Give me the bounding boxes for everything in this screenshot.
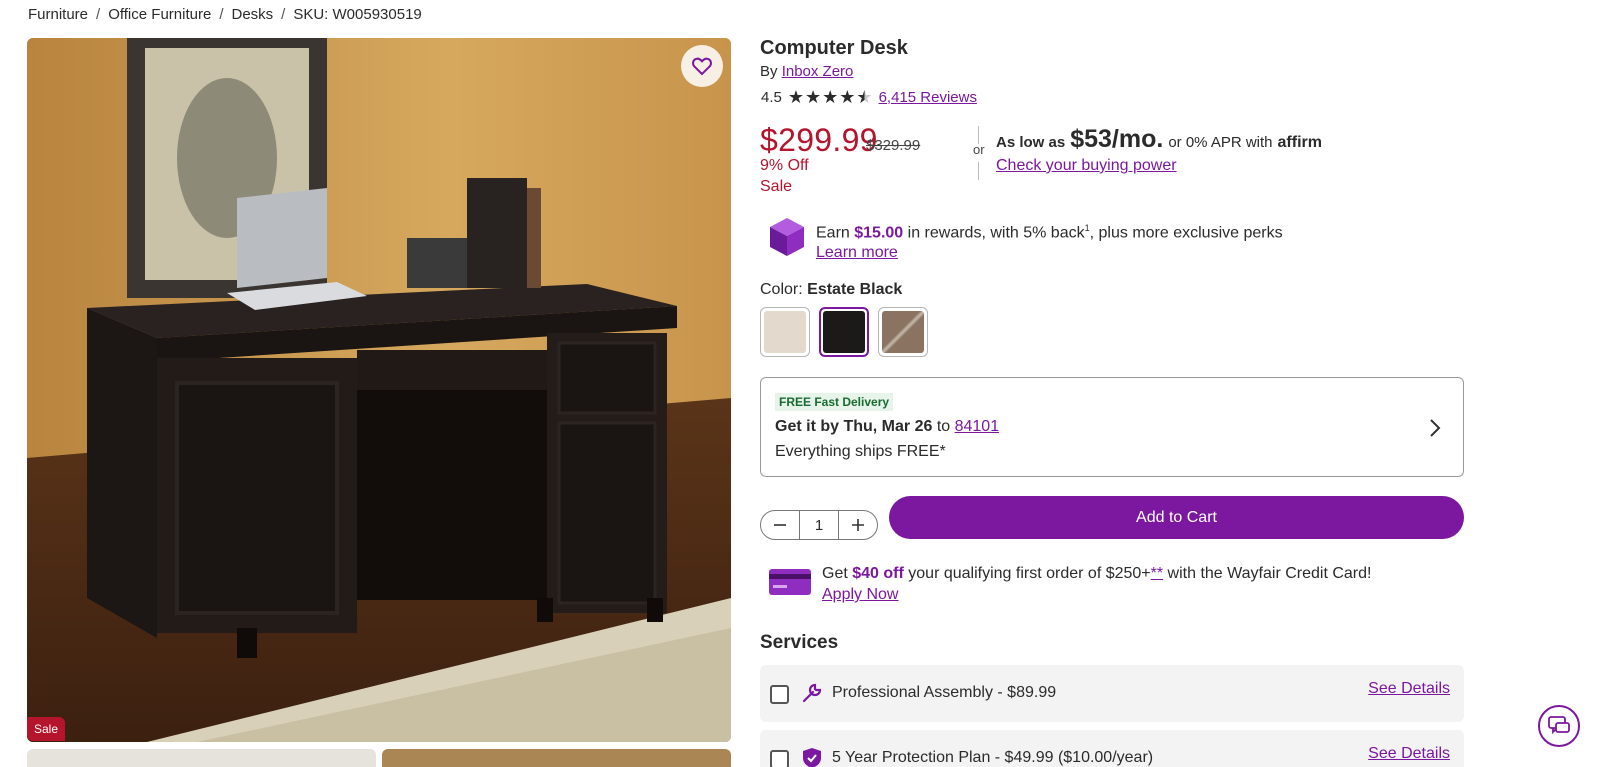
minus-icon: [774, 524, 787, 526]
check-buying-power-link[interactable]: Check your buying power: [996, 157, 1177, 175]
color-swatch-estate-black[interactable]: [819, 307, 869, 357]
services-title: Services: [760, 632, 839, 653]
reviews-link[interactable]: 6,415 Reviews: [879, 89, 977, 106]
rewards-cube-icon: [770, 218, 804, 256]
affirm-offer: As low as $53/mo. or 0% APR with affirm: [996, 125, 1322, 154]
protection-plan-checkbox[interactable]: [770, 750, 789, 767]
original-price: $329.99: [866, 137, 921, 154]
credit-get: Get: [822, 565, 848, 582]
star-icon: ★: [839, 87, 856, 107]
credit-card-offer: Get $40 off your qualifying first order …: [768, 563, 1371, 605]
affirm-mid-text: or 0% APR with: [1168, 134, 1273, 151]
assembly-checkbox[interactable]: [770, 685, 789, 704]
see-details-link[interactable]: See Details: [1368, 745, 1450, 763]
wrench-icon: [802, 683, 822, 703]
byline: By Inbox Zero: [760, 63, 853, 80]
rewards-banner: Earn $15.00 in rewards, with 5% back1, p…: [768, 216, 1283, 263]
brand-link[interactable]: Inbox Zero: [782, 63, 854, 80]
rewards-earn: Earn: [816, 224, 850, 242]
color-swatches: [760, 307, 928, 357]
thumbnail-1[interactable]: [27, 749, 376, 767]
favorite-button[interactable]: [681, 45, 723, 87]
product-main-image[interactable]: [27, 38, 731, 742]
rating: 4.5 ★ ★ ★ ★ ★ 6,415 Reviews: [761, 88, 977, 106]
desk-illustration: [27, 38, 731, 742]
or-text: or: [973, 142, 985, 157]
breadcrumb-link-furniture[interactable]: Furniture: [28, 6, 88, 23]
rewards-amount: $15.00: [854, 224, 904, 242]
half-star-icon: ★: [856, 87, 873, 107]
ships-free-text: Everything ships FREE*: [775, 443, 946, 460]
color-label: Color: Estate Black: [760, 281, 902, 299]
delivery-info-card[interactable]: FREE Fast Delivery Get it by Thu, Mar 26…: [760, 377, 1464, 477]
see-details-link[interactable]: See Details: [1368, 680, 1450, 698]
rewards-end: , plus more exclusive perks: [1089, 224, 1283, 242]
credit-card-icon: [769, 569, 811, 595]
breadcrumb-separator: /: [96, 6, 101, 23]
chevron-right-icon: [1430, 419, 1441, 437]
delivery-to: to: [936, 418, 951, 435]
apply-now-link[interactable]: Apply Now: [822, 586, 898, 603]
color-swatch-brown-oak[interactable]: [878, 307, 928, 357]
decrease-quantity-button[interactable]: [761, 511, 799, 539]
learn-more-link[interactable]: Learn more: [816, 244, 898, 261]
rewards-text: Earn $15.00 in rewards, with 5% back1, p…: [816, 216, 1283, 263]
delivery-date: Get it by Thu, Mar 26 to 84101: [775, 418, 999, 436]
credit-mid: your qualifying first order of $250+: [908, 565, 1151, 582]
breadcrumb-separator: /: [219, 6, 224, 23]
divider-line: [978, 162, 979, 180]
sale-label: Sale: [760, 178, 793, 195]
breadcrumb: Furniture / Office Furniture / Desks / S…: [28, 6, 422, 23]
quantity-stepper: 1: [760, 510, 878, 540]
by-prefix: By: [760, 63, 778, 80]
rewards-mid: in rewards, with 5% back: [907, 224, 1085, 242]
breadcrumb-link-desks[interactable]: Desks: [231, 6, 273, 23]
credit-end: with the Wayfair Credit Card!: [1167, 565, 1372, 582]
product-title: Computer Desk: [760, 37, 908, 59]
credit-offer-text: Get $40 off your qualifying first order …: [822, 563, 1371, 605]
selected-color-name: Estate Black: [807, 281, 903, 298]
or-divider: or: [973, 126, 998, 180]
delivery-date-text: Get it by Thu, Mar 26: [775, 418, 933, 435]
service-label: 5 Year Protection Plan - $49.99 ($10.00/…: [832, 749, 1154, 766]
service-label: Professional Assembly - $89.99: [832, 684, 1057, 701]
service-protection-plan: 5 Year Protection Plan - $49.99 ($10.00/…: [760, 730, 1464, 767]
affirm-monthly-amount: $53/mo.: [1070, 125, 1164, 153]
affirm-logo: affirm: [1277, 134, 1322, 151]
heart-icon: [692, 57, 712, 76]
service-professional-assembly: Professional Assembly - $89.99 See Detai…: [760, 665, 1464, 722]
star-icon: ★: [787, 87, 804, 107]
chat-button[interactable]: [1538, 705, 1580, 747]
breadcrumb-separator: /: [281, 6, 286, 23]
thumbnail-2[interactable]: [382, 749, 731, 767]
star-icon: ★: [822, 87, 839, 107]
sale-price: $299.99: [760, 122, 878, 158]
sale-tag: Sale: [27, 717, 66, 741]
shield-icon: [803, 748, 821, 767]
zip-code-link[interactable]: 84101: [955, 418, 1000, 435]
credit-amount: $40 off: [852, 565, 904, 582]
chat-icon: [1548, 716, 1570, 735]
plus-icon: [851, 519, 864, 531]
color-label-prefix: Color:: [760, 281, 803, 298]
rating-value: 4.5: [761, 88, 782, 106]
star-icon: ★: [805, 87, 822, 107]
credit-footnote-link[interactable]: **: [1151, 565, 1163, 582]
affirm-prefix: As low as: [996, 134, 1066, 151]
breadcrumb-link-office-furniture[interactable]: Office Furniture: [108, 6, 211, 23]
color-swatch-light-wood[interactable]: [760, 307, 810, 357]
breadcrumb-sku: SKU: W005930519: [293, 6, 422, 23]
free-delivery-badge: FREE Fast Delivery: [775, 393, 894, 411]
increase-quantity-button[interactable]: [839, 511, 877, 539]
star-rating: ★ ★ ★ ★ ★: [788, 88, 873, 106]
add-to-cart-button[interactable]: Add to Cart: [889, 496, 1464, 539]
discount-percent: 9% Off: [760, 157, 809, 174]
quantity-input[interactable]: 1: [799, 511, 839, 539]
